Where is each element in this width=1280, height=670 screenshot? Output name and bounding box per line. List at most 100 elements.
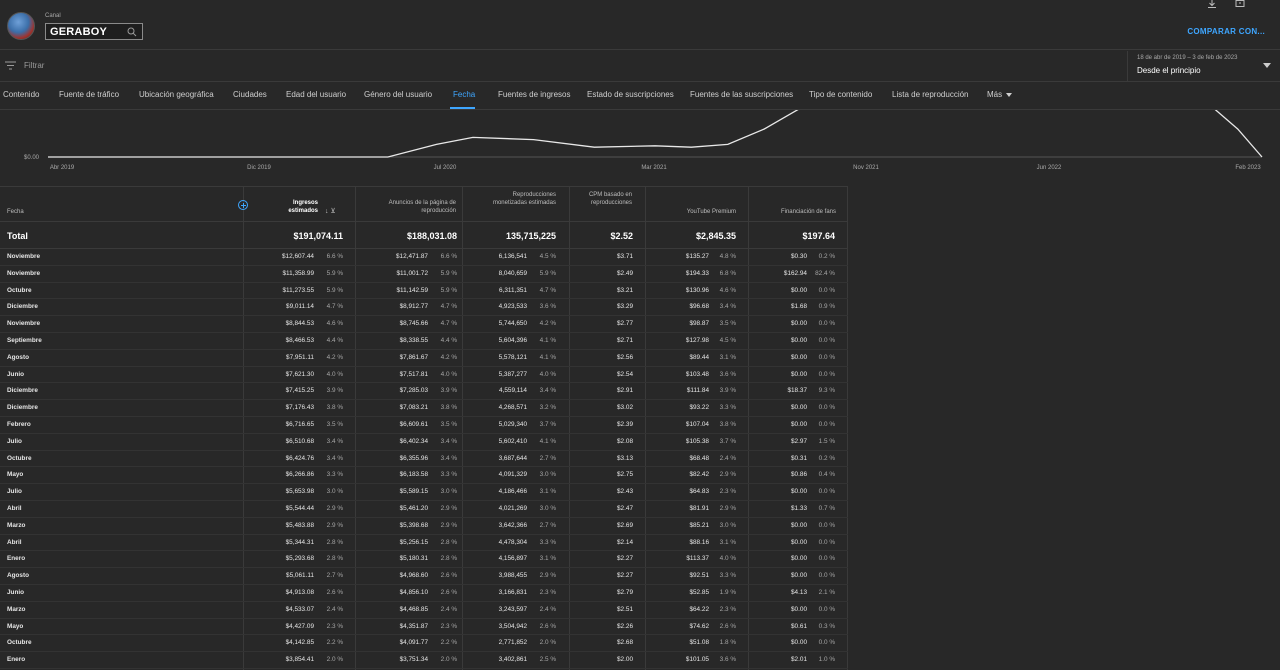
header-reproducciones[interactable]: Reproducciones monetizadas estimadas bbox=[490, 191, 556, 207]
header-premium[interactable]: YouTube Premium bbox=[660, 208, 736, 216]
avatar[interactable] bbox=[7, 12, 35, 40]
table-row[interactable]: Octubre $11,273.55 5.9 % $11,142.59 5.9 % 6,3… bbox=[0, 283, 848, 300]
feedback-icon[interactable] bbox=[1235, 0, 1245, 8]
row-reproducciones-pct: 3.7 % bbox=[539, 420, 556, 428]
row-premium-pct: 2.3 % bbox=[719, 488, 736, 496]
row-reproducciones: 2,771,852 bbox=[498, 639, 527, 647]
tab-tipo-contenido[interactable]: Tipo de contenido bbox=[809, 90, 872, 99]
table-row[interactable]: Octubre $6,424.76 3.4 % $6,355.96 3.4 % 3,687… bbox=[0, 451, 848, 468]
tab-estado-suscripciones[interactable]: Estado de suscripciones bbox=[587, 90, 674, 99]
row-anuncios: $8,338.55 bbox=[399, 336, 428, 344]
tab-edad[interactable]: Edad del usuario bbox=[286, 90, 346, 99]
row-fans: $0.00 bbox=[791, 336, 807, 344]
compare-button[interactable]: COMPARAR CON... bbox=[1187, 27, 1265, 36]
row-ingresos-pct: 3.8 % bbox=[326, 404, 343, 412]
tab-ubicacion[interactable]: Ubicación geográfica bbox=[139, 90, 214, 99]
row-premium: $130.96 bbox=[685, 286, 709, 294]
row-premium-pct: 3.4 % bbox=[719, 303, 736, 311]
tab-lista-reproduccion[interactable]: Lista de reproducción bbox=[892, 90, 969, 99]
table-row[interactable]: Marzo $5,483.88 2.9 % $5,398.68 2.9 % 3,642,3… bbox=[0, 518, 848, 535]
revenue-line[interactable] bbox=[48, 110, 1263, 158]
row-fans: $0.30 bbox=[791, 253, 807, 260]
row-anuncios-pct: 4.2 % bbox=[440, 353, 457, 361]
tab-ciudades[interactable]: Ciudades bbox=[233, 90, 267, 99]
table-row[interactable]: Abril $5,344.31 2.8 % $5,256.15 2.8 % 4,478,3… bbox=[0, 535, 848, 552]
add-column-icon[interactable] bbox=[238, 200, 248, 210]
table-row[interactable]: Mayo $6,266.86 3.3 % $6,183.58 3.3 % 4,091,32… bbox=[0, 467, 848, 485]
tab-genero[interactable]: Género del usuario bbox=[364, 90, 432, 99]
table-row[interactable]: Mayo $4,427.09 2.3 % $4,351.87 2.3 % 3,504,94… bbox=[0, 619, 848, 636]
row-premium-pct: 1.9 % bbox=[719, 588, 736, 596]
row-cpm: $3.02 bbox=[617, 404, 633, 412]
tab-mas[interactable]: Más bbox=[987, 90, 1013, 99]
row-reproducciones-pct: 4.1 % bbox=[539, 437, 556, 445]
row-cpm: $2.49 bbox=[617, 269, 633, 277]
table-row[interactable]: Enero $5,293.68 2.8 % $5,180.31 2.8 % 4,156,8… bbox=[0, 551, 848, 569]
channel-search-input[interactable]: GERABOY bbox=[45, 23, 143, 40]
filter-input[interactable]: Filtrar bbox=[24, 61, 44, 70]
row-fans-pct: 0.0 % bbox=[818, 286, 835, 294]
row-premium: $51.08 bbox=[689, 639, 709, 647]
filter-icon[interactable] bbox=[5, 61, 16, 70]
total-row: Total $191,074.11 $188,031.08 135,715,22… bbox=[0, 222, 848, 249]
row-premium-pct: 3.3 % bbox=[719, 572, 736, 580]
table-row[interactable]: Diciembre $9,011.14 4.7 % $8,912.77 4.7 % 4,9… bbox=[0, 299, 848, 317]
tab-mas-label: Más bbox=[987, 90, 1003, 99]
tab-fecha[interactable]: Fecha bbox=[453, 90, 475, 99]
row-premium: $96.68 bbox=[689, 303, 709, 311]
row-anuncios: $8,912.77 bbox=[399, 303, 428, 311]
table-row[interactable]: Junio $4,913.08 2.6 % $4,856.10 2.6 % 3,166,8… bbox=[0, 585, 848, 602]
total-ingresos: $191,074.11 bbox=[293, 231, 343, 241]
row-cpm: $2.68 bbox=[617, 639, 633, 647]
row-anuncios-pct: 2.6 % bbox=[440, 588, 457, 596]
sort-desc-icon[interactable]: ↓ ⊻ bbox=[325, 207, 336, 215]
row-ingresos: $5,344.31 bbox=[285, 538, 314, 546]
table-row[interactable]: Agosto $7,951.11 4.2 % $7,861.67 4.2 % 5,578,… bbox=[0, 350, 848, 367]
row-reproducciones: 3,402,861 bbox=[498, 656, 527, 664]
row-date: Noviembre bbox=[7, 269, 41, 277]
canal-label: Canal bbox=[45, 13, 61, 19]
row-cpm: $3.13 bbox=[617, 454, 633, 462]
download-icon[interactable] bbox=[1207, 0, 1217, 8]
row-fans-pct: 0.2 % bbox=[818, 454, 835, 462]
table-row[interactable]: Abril $5,544.44 2.9 % $5,461.20 2.9 % 4,021,2… bbox=[0, 501, 848, 518]
table-row[interactable]: Julio $5,653.98 3.0 % $5,589.15 3.0 % 4,186,4… bbox=[0, 484, 848, 501]
table-row[interactable]: Junio $7,621.30 4.0 % $7,517.81 4.0 % 5,387,2… bbox=[0, 367, 848, 384]
tab-fuente-trafico[interactable]: Fuente de tráfico bbox=[59, 90, 119, 99]
table-row[interactable]: Noviembre $12,607.44 6.6 % $12,471.87 6.6 % 6… bbox=[0, 249, 848, 266]
table-row[interactable]: Agosto $5,061.11 2.7 % $4,968.60 2.6 % 3,988,… bbox=[0, 568, 848, 585]
table-row[interactable]: Enero $3,854.41 2.0 % $3,751.34 2.0 % 3,402,8… bbox=[0, 652, 848, 669]
row-fans-pct: 0.0 % bbox=[818, 420, 835, 428]
header-ingresos[interactable]: Ingresos estimados bbox=[270, 199, 318, 215]
table-row[interactable]: Noviembre $8,844.53 4.6 % $8,745.66 4.7 % 5,7… bbox=[0, 316, 848, 333]
table-row[interactable]: Febrero $6,716.65 3.5 % $6,609.61 3.5 % 5,029… bbox=[0, 417, 848, 434]
row-anuncios: $11,001.72 bbox=[396, 269, 428, 277]
table-row[interactable]: Octubre $4,142.85 2.2 % $4,091.77 2.2 % 2,771… bbox=[0, 635, 848, 653]
row-anuncios: $6,402.34 bbox=[399, 437, 428, 445]
row-premium: $98.87 bbox=[689, 320, 709, 328]
row-cpm: $2.91 bbox=[617, 387, 633, 395]
table-row[interactable]: Septiembre $8,466.53 4.4 % $8,338.55 4.4 % 5,… bbox=[0, 333, 848, 350]
table-row[interactable]: Diciembre $7,415.25 3.9 % $7,285.03 3.9 % 4,5… bbox=[0, 383, 848, 401]
table-row[interactable]: Julio $6,510.68 3.4 % $6,402.34 3.4 % 5,602,4… bbox=[0, 434, 848, 451]
tab-fuentes-suscripciones[interactable]: Fuentes de las suscripciones bbox=[690, 90, 793, 99]
table-row[interactable]: Noviembre $11,358.99 5.9 % $11,001.72 5.9 % 8… bbox=[0, 266, 848, 283]
filter-bar: Filtrar bbox=[0, 51, 1280, 82]
table-row[interactable]: Diciembre $7,176.43 3.8 % $7,083.21 3.8 % 4,2… bbox=[0, 400, 848, 417]
date-range-selector[interactable]: 18 de abr de 2019 – 3 de feb de 2023 Des… bbox=[1127, 51, 1277, 82]
table-row[interactable]: Marzo $4,533.07 2.4 % $4,468.85 2.4 % 3,243,5… bbox=[0, 602, 848, 619]
row-ingresos-pct: 3.4 % bbox=[326, 454, 343, 462]
header-cpm[interactable]: CPM basado en reproducciones bbox=[582, 191, 632, 207]
row-fans-pct: 0.0 % bbox=[818, 521, 835, 529]
header-fans[interactable]: Financiación de fans bbox=[760, 208, 836, 216]
tab-fuentes-ingresos[interactable]: Fuentes de ingresos bbox=[498, 90, 571, 99]
search-icon[interactable] bbox=[127, 27, 137, 37]
row-ingresos: $4,913.08 bbox=[285, 588, 314, 596]
row-fans-pct: 0.0 % bbox=[818, 538, 835, 546]
tab-contenido[interactable]: Contenido bbox=[3, 90, 39, 99]
row-premium: $74.62 bbox=[689, 622, 709, 630]
row-anuncios-pct: 2.8 % bbox=[440, 538, 457, 546]
header-anuncios[interactable]: Anuncios de la página de reproducción bbox=[370, 199, 456, 215]
header-fecha[interactable]: Fecha bbox=[7, 208, 24, 216]
caret-down-icon bbox=[1006, 92, 1013, 97]
